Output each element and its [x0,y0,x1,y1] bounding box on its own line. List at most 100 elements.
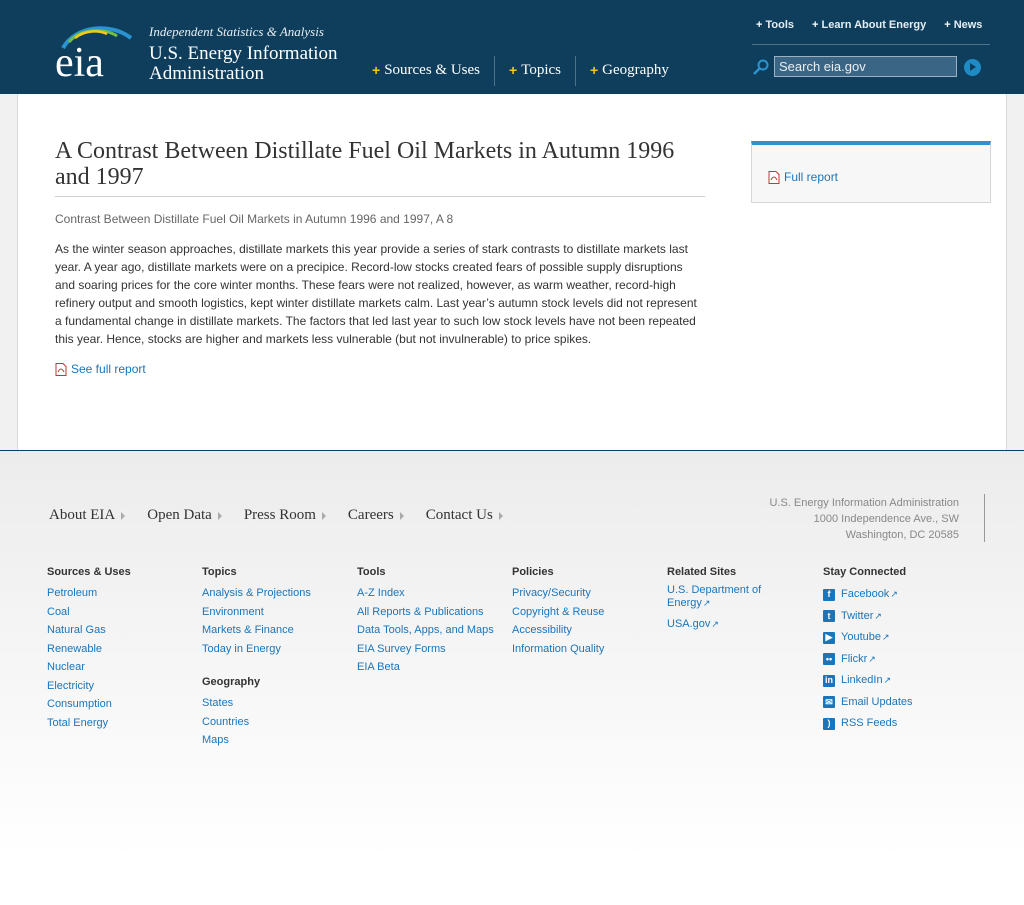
title-divider [55,196,705,197]
footer-link[interactable]: EIA Beta [357,658,494,677]
linkedin-icon: in [823,674,835,687]
col-heading: Topics [202,566,237,578]
twitter-icon: t [823,610,835,623]
email-updates-link[interactable]: ✉ Email Updates [823,692,913,714]
flickr-link[interactable]: •• Flickr [823,649,913,671]
youtube-link[interactable]: ▶ Youtube [823,627,913,649]
link-label: See full report [71,362,146,376]
link-label: Facebook [841,584,898,606]
footer-link[interactable]: Privacy/Security [512,584,604,603]
footer-link[interactable]: Analysis & Projections [202,584,311,603]
footer-link[interactable]: Coal [47,603,131,622]
footer-link-external[interactable]: USA.gov [667,615,777,634]
link-label: Flickr [841,649,876,671]
link-label: RSS Feeds [841,717,898,729]
footer-link[interactable]: All Reports & Publications [357,603,494,622]
youtube-icon: ▶ [823,631,835,644]
nav-geography[interactable]: + Geography [590,56,683,86]
col-heading: Geography [202,676,261,688]
col-heading: Policies [512,566,554,578]
nav-label: Geography [602,62,669,78]
page-gutter-left [0,94,17,450]
col-heading: Tools [357,566,386,578]
footer-link[interactable]: Natural Gas [47,621,131,640]
address-line: 1000 Independence Ave., SW [813,513,959,525]
footer-link[interactable]: A-Z Index [357,584,494,603]
page-title: A Contrast Between Distillate Fuel Oil M… [55,138,675,190]
see-full-report-link[interactable]: See full report [55,362,146,376]
nav-label: Sources & Uses [384,62,481,78]
footer-link[interactable]: Nuclear [47,658,131,677]
rss-feeds-link[interactable]: ) RSS Feeds [823,713,913,735]
divider [752,44,990,45]
footer-nav-careers[interactable]: Careers [348,507,404,524]
link-news[interactable]: News [944,19,983,31]
email-icon: ✉ [823,696,835,709]
footer-link[interactable]: Renewable [47,640,131,659]
footer-link[interactable]: Electricity [47,677,131,696]
footer-nav: About EIA Open Data Press Room Careers C… [49,507,525,524]
eia-logo[interactable]: eia [55,20,135,80]
footer-nav-about[interactable]: About EIA [49,507,125,524]
search-icon [753,59,769,75]
col-heading: Stay Connected [823,566,907,578]
full-report-link[interactable]: Full report [768,170,838,184]
address-line: U.S. Energy Information Administration [769,497,959,509]
footer-link[interactable]: EIA Survey Forms [357,640,494,659]
search-submit-button[interactable] [964,59,981,76]
pdf-icon [55,362,67,376]
plus-icon: + [509,62,518,78]
twitter-link[interactable]: t Twitter [823,606,913,628]
nav-label: Topics [521,62,561,78]
plus-icon: + [589,62,599,78]
link-label: Twitter [841,606,882,628]
article-body: As the winter season approaches, distill… [55,242,697,346]
address-line: Washington, DC 20585 [845,529,959,541]
link-label: Email Updates [841,695,913,708]
footer-col-tools: Tools A-Z Index All Reports & Publicatio… [357,566,494,677]
footer-link[interactable]: Maps [202,731,311,750]
main-nav: + Sources & Uses + Topics + Geography [372,56,697,86]
footer-nav-open-data[interactable]: Open Data [147,507,222,524]
link-tools[interactable]: Tools [756,19,794,31]
search-input[interactable] [774,56,957,77]
link-label: Full report [784,170,839,184]
footer-col-related: Related Sites U.S. Department of Energy … [667,566,777,634]
page-gutter-right [1007,94,1024,450]
footer-nav-press-room[interactable]: Press Room [244,507,326,524]
link-label: Youtube [841,627,890,649]
linkedin-link[interactable]: in LinkedIn [823,670,913,692]
footer-link[interactable]: Environment [202,603,311,622]
logo-text: eia [55,40,104,80]
pdf-icon [768,170,780,184]
link-learn-about-energy[interactable]: Learn About Energy [812,19,926,31]
divider [984,494,985,542]
footer-link[interactable]: Consumption [47,695,131,714]
site-header: eia Independent Statistics & Analysis U.… [0,0,1024,94]
logo-wordmark[interactable]: Independent Statistics & Analysis U.S. E… [149,24,338,84]
footer-link[interactable]: Information Quality [512,640,604,659]
nav-sources-uses[interactable]: + Sources & Uses [372,56,496,86]
tagline: Independent Statistics & Analysis [149,24,324,39]
footer-link[interactable]: Petroleum [47,584,131,603]
footer-col-policies: Policies Privacy/Security Copyright & Re… [512,566,604,658]
footer-link-external[interactable]: U.S. Department of Energy [667,584,777,610]
footer-link[interactable]: Today in Energy [202,640,311,659]
facebook-link[interactable]: f Facebook [823,584,913,606]
nav-topics[interactable]: + Topics [509,56,576,86]
utility-links: Tools Learn About Energy News [756,19,982,31]
footer-link[interactable]: Countries [202,713,311,732]
flickr-icon: •• [823,653,835,666]
footer-link[interactable]: Copyright & Reuse [512,603,604,622]
footer-link[interactable]: States [202,694,311,713]
plus-icon: + [372,62,381,78]
footer-link[interactable]: Data Tools, Apps, and Maps [357,621,494,640]
footer-link[interactable]: Total Energy [47,714,131,733]
address-block: U.S. Energy Information Administration 1… [769,495,959,543]
footer-nav-contact[interactable]: Contact Us [426,507,503,524]
footer-link[interactable]: Accessibility [512,621,604,640]
col-heading: Related Sites [667,566,737,578]
search-bar [752,56,992,78]
article-subtitle: Contrast Between Distillate Fuel Oil Mar… [55,212,454,226]
footer-link[interactable]: Markets & Finance [202,621,311,640]
